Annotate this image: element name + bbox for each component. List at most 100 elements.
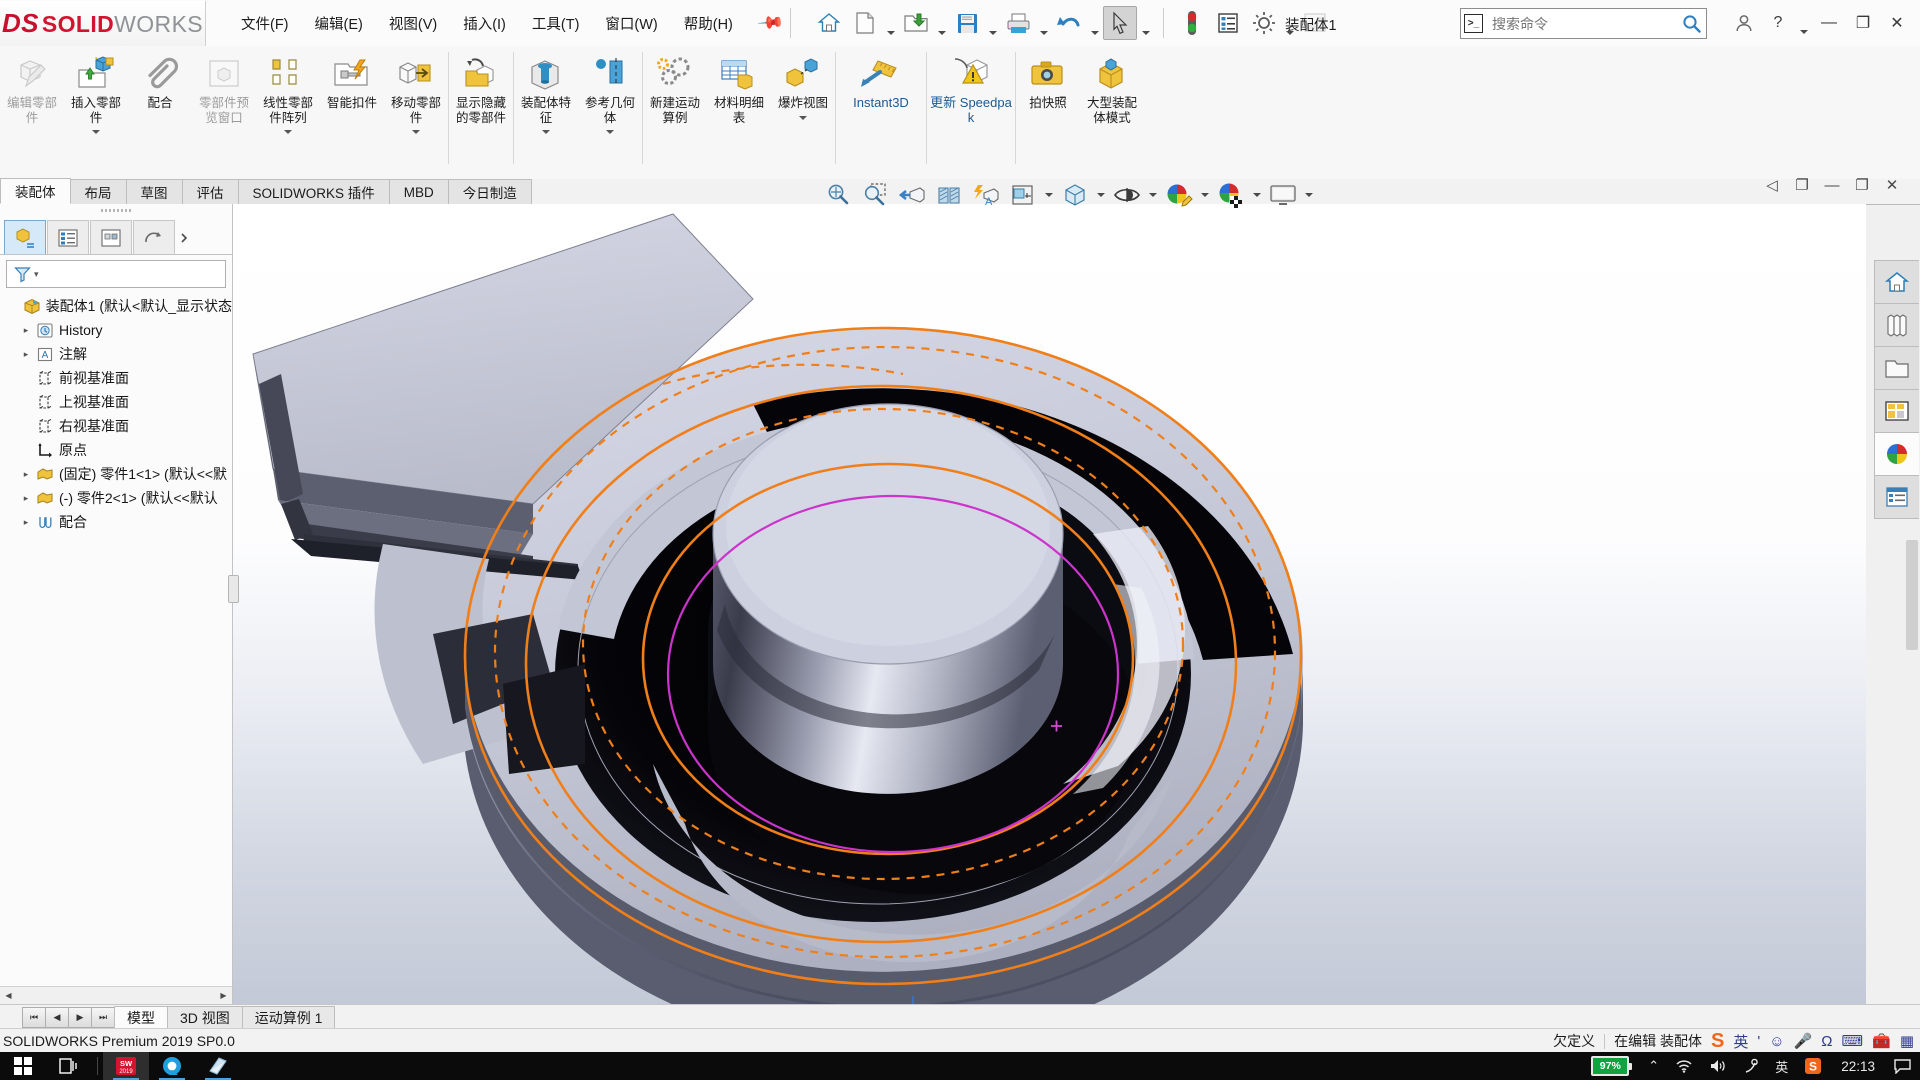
- ribbon-linear-pattern[interactable]: 线性零部件阵列: [256, 48, 320, 167]
- view-display-style-caret[interactable]: [1094, 178, 1108, 212]
- view-apply-scene[interactable]: [1213, 177, 1249, 213]
- view-previous[interactable]: [894, 177, 930, 213]
- manager-tabs-overflow[interactable]: [176, 221, 192, 254]
- taskbar-browser[interactable]: [149, 1052, 195, 1080]
- open-caret[interactable]: [935, 5, 948, 42]
- expander-part2[interactable]: [18, 493, 34, 504]
- tab-evaluate[interactable]: 评估: [181, 179, 239, 204]
- panel-resize-handle[interactable]: [228, 575, 239, 603]
- save-icon[interactable]: [950, 6, 984, 40]
- maximize-button[interactable]: ❐: [1848, 8, 1878, 38]
- nav-prev[interactable]: ◀: [45, 1006, 69, 1028]
- panel-grip[interactable]: [0, 204, 232, 216]
- view-hide-show-caret[interactable]: [1146, 178, 1160, 212]
- bottom-tab-motion-study[interactable]: 运动算例 1: [241, 1005, 336, 1029]
- taskbar-store[interactable]: [195, 1052, 241, 1080]
- ribbon-reference-geometry-caret[interactable]: [606, 126, 614, 138]
- wifi-icon[interactable]: [1668, 1052, 1700, 1080]
- options-list-icon[interactable]: [1211, 6, 1245, 40]
- ribbon-bom[interactable]: 材料明细表: [707, 48, 771, 167]
- task-pane-design-library[interactable]: [1874, 303, 1919, 347]
- tree-origin[interactable]: 原点: [4, 438, 232, 462]
- menu-edit[interactable]: 编辑(E): [302, 7, 376, 40]
- save-caret[interactable]: [986, 5, 999, 42]
- pin-icon[interactable]: 📌: [756, 9, 785, 38]
- home-icon[interactable]: [812, 6, 846, 40]
- tree-front-plane[interactable]: 前视基准面: [4, 366, 232, 390]
- tree-filter-bar[interactable]: ▾: [6, 260, 226, 288]
- menu-file[interactable]: 文件(F): [228, 7, 302, 40]
- nav-next[interactable]: ▶: [68, 1006, 92, 1028]
- menu-tools[interactable]: 工具(T): [519, 7, 593, 40]
- view-settings-caret[interactable]: [1302, 178, 1316, 212]
- task-pane-custom-properties[interactable]: [1874, 475, 1919, 519]
- gear-settings-icon[interactable]: [1247, 6, 1281, 40]
- model-3d-view[interactable]: [233, 204, 1866, 1004]
- nav-first[interactable]: ⏮: [22, 1006, 46, 1028]
- tree-part2[interactable]: (-) 零件2<1> (默认<<默认: [4, 486, 232, 510]
- task-pane-resources[interactable]: [1874, 260, 1919, 304]
- print-icon[interactable]: [1001, 6, 1035, 40]
- task-pane-view-palette[interactable]: [1874, 389, 1919, 433]
- tree-top-plane[interactable]: 上视基准面: [4, 390, 232, 414]
- bottom-tab-3d-views[interactable]: 3D 视图: [167, 1005, 243, 1029]
- rebuild-traffic-light-icon[interactable]: [1175, 6, 1209, 40]
- ribbon-insert-component-caret[interactable]: [92, 126, 100, 138]
- command-search-box[interactable]: >_: [1460, 8, 1707, 39]
- new-document-icon[interactable]: [848, 6, 882, 40]
- tree-history[interactable]: History: [4, 318, 232, 342]
- task-view-icon[interactable]: [46, 1052, 92, 1080]
- view-apply-scene-caret[interactable]: [1250, 178, 1264, 212]
- ribbon-insert-component[interactable]: 插入零部件: [64, 48, 128, 167]
- ribbon-linear-pattern-caret[interactable]: [284, 126, 292, 138]
- microphone-icon[interactable]: 🎤: [1794, 1032, 1813, 1050]
- property-manager-tab[interactable]: [47, 220, 89, 254]
- undo-caret[interactable]: [1088, 5, 1101, 42]
- doc-minimize-button[interactable]: —: [1822, 177, 1842, 194]
- ribbon-reference-geometry[interactable]: 参考几何体: [578, 48, 642, 167]
- pen-icon[interactable]: [1736, 1052, 1766, 1080]
- tab-sketch[interactable]: 草图: [125, 179, 183, 204]
- tab-mbd[interactable]: MBD: [388, 179, 449, 204]
- select-caret[interactable]: [1139, 5, 1152, 42]
- tree-part1[interactable]: (固定) 零件1<1> (默认<<默: [4, 462, 232, 486]
- battery-icon[interactable]: 97%: [1584, 1052, 1639, 1080]
- tree-mates[interactable]: 配合: [4, 510, 232, 534]
- new-document-caret[interactable]: [884, 5, 897, 42]
- graphics-area[interactable]: Y X Z: [233, 204, 1866, 1004]
- view-zoom-to-fit[interactable]: [820, 177, 856, 213]
- ribbon-move-component-caret[interactable]: [412, 126, 420, 138]
- volume-icon[interactable]: [1702, 1052, 1734, 1080]
- tab-layout[interactable]: 布局: [69, 179, 127, 204]
- scroll-right-arrow[interactable]: ▶: [215, 988, 232, 1004]
- help-caret[interactable]: [1797, 4, 1810, 41]
- tree-right-plane[interactable]: 右视基准面: [4, 414, 232, 438]
- ribbon-take-snapshot[interactable]: 拍快照: [1016, 48, 1080, 167]
- ime-mode-label[interactable]: 英: [1733, 1031, 1748, 1052]
- view-orientation-flash[interactable]: A: [968, 177, 1004, 213]
- notification-icon[interactable]: [1887, 1052, 1918, 1080]
- ribbon-assembly-feature-caret[interactable]: [542, 126, 550, 138]
- tab-solidworks-addins[interactable]: SOLIDWORKS 插件: [237, 179, 390, 204]
- doc-close-button[interactable]: ✕: [1882, 176, 1902, 194]
- view-zoom-to-area[interactable]: [857, 177, 893, 213]
- undo-icon[interactable]: [1052, 6, 1086, 40]
- ribbon-exploded-view-caret[interactable]: [799, 112, 807, 124]
- tab-manufacture-today[interactable]: 今日制造: [447, 179, 532, 204]
- tree-horizontal-scrollbar[interactable]: ◀ ▶: [0, 986, 232, 1004]
- ribbon-assembly-feature[interactable]: 装配体特征: [514, 48, 578, 167]
- chevron-up-icon[interactable]: ⌃: [1641, 1052, 1666, 1080]
- configuration-manager-tab[interactable]: [90, 220, 132, 254]
- view-edit-appearance[interactable]: [1161, 177, 1197, 213]
- tray-ime-label[interactable]: 英: [1768, 1052, 1795, 1080]
- expander-mates[interactable]: [18, 517, 34, 528]
- view-hide-show-items[interactable]: [1109, 177, 1145, 213]
- user-account-icon[interactable]: [1729, 8, 1759, 38]
- dimxpert-manager-tab[interactable]: [133, 220, 175, 254]
- tree-root-assembly[interactable]: 装配体1 (默认<默认_显示状态: [4, 294, 232, 318]
- scroll-left-arrow[interactable]: ◀: [0, 988, 17, 1004]
- menu-insert[interactable]: 插入(I): [450, 7, 519, 40]
- task-pane-appearances[interactable]: [1874, 432, 1919, 476]
- ribbon-new-motion-study[interactable]: 新建运动算例: [643, 48, 707, 167]
- tab-assembly[interactable]: 装配体: [0, 178, 71, 204]
